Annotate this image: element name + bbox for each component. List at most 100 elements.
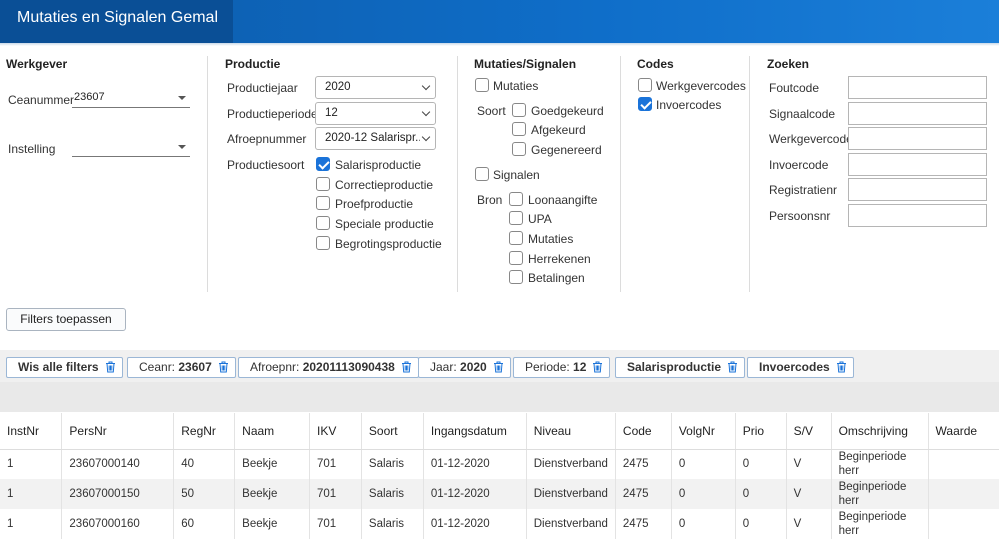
- section-divider: [620, 56, 621, 292]
- foutcode-label: Foutcode: [769, 81, 820, 95]
- apply-filters-button[interactable]: Filters toepassen: [6, 308, 126, 331]
- column-header[interactable]: Niveau: [526, 413, 616, 450]
- trash-icon[interactable]: [493, 361, 504, 373]
- productieperiode-value: 12: [325, 107, 338, 119]
- invoercodes-chip[interactable]: Invoercodes: [747, 357, 854, 378]
- chip-label: Wis alle filters: [18, 360, 99, 374]
- chip-label: Periode:: [525, 360, 570, 374]
- periode-chip[interactable]: Periode: 12: [513, 357, 611, 378]
- table-cell: Salaris: [361, 449, 424, 479]
- checkbox-signalen[interactable]: [475, 167, 489, 181]
- checkbox-label: Proefproductie: [335, 197, 414, 211]
- table-cell: 1: [0, 449, 63, 479]
- jaar-chip[interactable]: Jaar: 2020: [418, 357, 511, 378]
- ceanummer-value: 23607: [74, 91, 105, 103]
- column-header[interactable]: Omschrijving: [831, 413, 929, 450]
- trash-icon[interactable]: [592, 361, 603, 373]
- afroepnummer-select[interactable]: 2020-12 Salarispr...: [315, 127, 436, 150]
- checkbox-werkgevercodes[interactable]: [638, 78, 652, 92]
- caret-down-icon: [178, 96, 186, 100]
- registratienr-input[interactable]: [848, 178, 987, 201]
- checkbox-begrotingsproductie[interactable]: [316, 236, 330, 250]
- table-cell: 0: [735, 479, 787, 509]
- table-row[interactable]: 1 23607000160 60 Beekje 701 Salaris 01-1…: [0, 509, 999, 539]
- trash-icon[interactable]: [401, 361, 412, 373]
- column-header[interactable]: Prio: [735, 413, 787, 450]
- column-header[interactable]: PersNr: [61, 413, 175, 450]
- signaalcode-input[interactable]: [848, 102, 987, 125]
- table-cell: 701: [309, 509, 362, 539]
- results-table: InstNr PersNr RegNr Naam IKV Soort Ingan…: [0, 413, 999, 539]
- checkbox-speciale-productie[interactable]: [316, 216, 330, 230]
- table-cell: Dienstverband: [526, 509, 616, 539]
- section-divider: [457, 56, 458, 292]
- column-header[interactable]: Code: [615, 413, 672, 450]
- checkbox-salarisproductie[interactable]: [316, 157, 330, 171]
- table-cell: 50: [173, 479, 236, 509]
- app-header: Mutaties en Signalen Gemal: [0, 0, 999, 46]
- table-cell: 01-12-2020: [423, 449, 527, 479]
- table-cell: 2475: [615, 449, 672, 479]
- foutcode-input[interactable]: [848, 76, 987, 99]
- column-header[interactable]: VolgNr: [671, 413, 736, 450]
- trash-icon[interactable]: [105, 361, 116, 373]
- checkbox-label: Gegenereerd: [531, 143, 602, 157]
- table-cell: Beginperiode herr: [831, 449, 929, 479]
- checkbox-bron-mutaties[interactable]: [509, 231, 523, 245]
- table-row[interactable]: 1 23607000140 40 Beekje 701 Salaris 01-1…: [0, 449, 999, 479]
- werkgevercode-input[interactable]: [848, 127, 987, 150]
- table-cell: 1: [0, 509, 63, 539]
- checkbox-label: Werkgevercodes: [656, 79, 746, 93]
- instelling-select[interactable]: [72, 137, 190, 157]
- trash-icon[interactable]: [836, 361, 847, 373]
- table-cell: Beekje: [234, 479, 311, 509]
- checkbox-gegenereerd[interactable]: [512, 142, 526, 156]
- invoercode-input[interactable]: [848, 153, 987, 176]
- trash-icon[interactable]: [727, 361, 738, 373]
- afroepnummer-label: Afroepnummer: [227, 132, 307, 146]
- checkbox-invoercodes[interactable]: [638, 97, 652, 111]
- checkbox-label: Speciale productie: [335, 217, 434, 231]
- ceanr-chip[interactable]: Ceanr: 23607: [127, 357, 236, 378]
- column-header[interactable]: Waarde: [928, 413, 999, 450]
- table-row[interactable]: 1 23607000150 50 Beekje 701 Salaris 01-1…: [0, 479, 999, 509]
- chip-value: 12: [573, 360, 587, 374]
- checkbox-upa[interactable]: [509, 211, 523, 225]
- table-cell: 0: [735, 509, 787, 539]
- checkbox-goedgekeurd[interactable]: [512, 103, 526, 117]
- table-cell: 0: [671, 449, 736, 479]
- afroepnr-chip[interactable]: Afroepnr: 20201113090438: [238, 357, 419, 378]
- persoonsnr-input[interactable]: [848, 204, 987, 227]
- column-header[interactable]: S/V: [786, 413, 832, 450]
- mutaties-heading: Mutaties/Signalen: [474, 57, 577, 71]
- checkbox-proefproductie[interactable]: [316, 196, 330, 210]
- table-cell: Beekje: [234, 509, 311, 539]
- checkbox-betalingen[interactable]: [509, 270, 523, 284]
- column-header[interactable]: Naam: [234, 413, 311, 450]
- column-header[interactable]: RegNr: [173, 413, 236, 450]
- checkbox-afgekeurd[interactable]: [512, 122, 526, 136]
- salarisproductie-chip[interactable]: Salarisproductie: [615, 357, 746, 378]
- toolbar-spacer: [0, 382, 999, 412]
- table-cell: 23607000160: [61, 509, 175, 539]
- clear-all-filters-chip[interactable]: Wis alle filters: [6, 357, 123, 378]
- checkbox-herrekenen[interactable]: [509, 251, 523, 265]
- column-header[interactable]: Ingangsdatum: [423, 413, 527, 450]
- column-header[interactable]: Soort: [361, 413, 424, 450]
- checkbox-label: Salarisproductie: [335, 158, 422, 172]
- productiejaar-value: 2020: [325, 81, 351, 93]
- checkbox-label: Betalingen: [528, 271, 585, 285]
- column-header[interactable]: IKV: [309, 413, 362, 450]
- column-header[interactable]: InstNr: [0, 413, 63, 450]
- productiejaar-select[interactable]: 2020: [315, 76, 436, 99]
- trash-icon[interactable]: [218, 361, 229, 373]
- signaalcode-label: Signaalcode: [769, 107, 836, 121]
- checkbox-loonaangifte[interactable]: [509, 192, 523, 206]
- checkbox-correctieproductie[interactable]: [316, 177, 330, 191]
- checkbox-mutaties[interactable]: [475, 78, 489, 92]
- table-cell: 0: [671, 479, 736, 509]
- table-cell: [928, 479, 999, 509]
- ceanummer-select[interactable]: 23607: [72, 88, 190, 108]
- werkgever-heading: Werkgever: [6, 57, 68, 71]
- productieperiode-select[interactable]: 12: [315, 102, 436, 125]
